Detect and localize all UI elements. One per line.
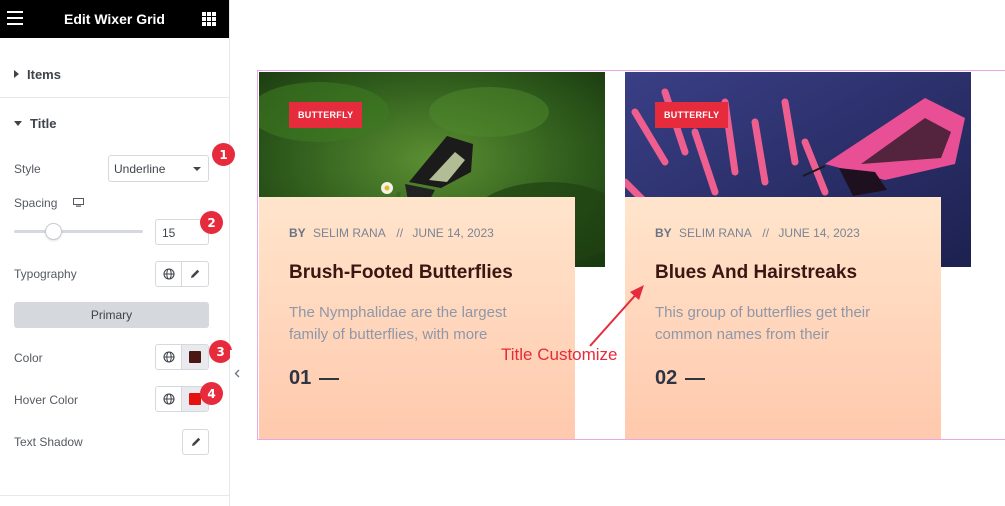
section-items[interactable]: Items — [0, 62, 229, 86]
color-controls — [155, 344, 209, 370]
post-excerpt: The Nymphalidae are the largest family o… — [289, 302, 534, 346]
globe-icon[interactable] — [156, 387, 182, 411]
section-divider — [0, 97, 229, 98]
globe-icon[interactable] — [156, 262, 182, 286]
post-excerpt: This group of butterflies get their comm… — [655, 302, 900, 346]
section-title-label: Title — [30, 115, 57, 131]
style-select[interactable]: Underline — [108, 155, 209, 182]
pencil-icon[interactable] — [183, 430, 208, 454]
excerpt-line: common names from their — [655, 326, 830, 343]
editor-screen: Edit Wixer Grid Items Title Style Underl… — [0, 0, 1005, 506]
color-picker[interactable] — [182, 345, 208, 369]
meta-date[interactable]: JUNE 14, 2023 — [778, 226, 859, 240]
meta-by: BY — [655, 226, 672, 240]
color-swatch — [189, 351, 201, 363]
excerpt-line: The Nymphalidae are the largest — [289, 304, 507, 321]
excerpt-line: This group of butterflies get their — [655, 304, 871, 321]
meta-author[interactable]: SELIM RANA — [679, 226, 751, 240]
meta-date[interactable]: JUNE 14, 2023 — [412, 226, 493, 240]
desktop-icon[interactable] — [73, 198, 84, 207]
editor-panel: Edit Wixer Grid Items Title Style Underl… — [0, 0, 235, 506]
typography-label: Typography — [14, 267, 77, 281]
hover-color-label: Hover Color — [14, 393, 79, 407]
step-badge-3: 3 — [209, 340, 232, 363]
section-divider — [0, 495, 229, 496]
chevron-down-icon — [193, 167, 201, 171]
post-meta: BY SELIM RANA // JUNE 14, 2023 — [289, 226, 494, 240]
spacing-slider-track[interactable] — [14, 230, 143, 233]
spacing-slider-handle[interactable] — [45, 223, 62, 240]
post-title[interactable]: Brush-Footed Butterflies — [289, 262, 513, 284]
spacing-input-value: 15 — [162, 226, 176, 240]
chevron-left-icon — [234, 369, 240, 377]
category-tag[interactable]: BUTTERFLY — [289, 102, 363, 128]
post-number: 02 — [655, 367, 706, 390]
widgets-grid-icon[interactable] — [202, 12, 216, 26]
meta-separator: // — [762, 226, 770, 240]
section-items-label: Items — [27, 66, 61, 82]
category-tag[interactable]: BUTTERFLY — [655, 102, 729, 128]
text-shadow-controls — [182, 429, 209, 455]
post-meta: BY SELIM RANA // JUNE 14, 2023 — [655, 226, 860, 240]
step-badge-1: 1 — [212, 143, 235, 166]
typography-controls — [155, 261, 209, 287]
excerpt-line: family of butterflies, with more — [289, 326, 488, 343]
number-dash — [319, 377, 340, 380]
caret-down-icon — [14, 120, 22, 126]
post-title[interactable]: Blues And Hairstreaks — [655, 262, 857, 284]
step-badge-2: 2 — [200, 211, 223, 234]
meta-author[interactable]: SELIM RANA — [313, 226, 385, 240]
panel-collapse-toggle[interactable] — [230, 350, 244, 396]
style-label: Style — [14, 162, 41, 176]
primary-typography-button[interactable]: Primary — [14, 302, 209, 328]
text-shadow-label: Text Shadow — [14, 435, 83, 449]
pencil-icon[interactable] — [182, 262, 208, 286]
panel-title: Edit Wixer Grid — [63, 11, 165, 27]
panel-header: Edit Wixer Grid — [0, 0, 229, 38]
step-badge-4: 4 — [200, 382, 223, 405]
color-label: Color — [14, 351, 43, 365]
menu-icon[interactable] — [7, 11, 23, 25]
style-select-value: Underline — [114, 162, 166, 176]
meta-separator: // — [396, 226, 404, 240]
spacing-label: Spacing — [14, 196, 58, 210]
globe-icon[interactable] — [156, 345, 182, 369]
post-number: 01 — [289, 367, 340, 390]
caret-right-icon — [14, 70, 19, 78]
section-title[interactable]: Title — [0, 111, 229, 135]
meta-by: BY — [289, 226, 306, 240]
post-number-value: 02 — [655, 367, 678, 389]
annotation-arrow-icon — [589, 285, 644, 347]
number-dash — [685, 377, 706, 380]
post-number-value: 01 — [289, 367, 312, 389]
